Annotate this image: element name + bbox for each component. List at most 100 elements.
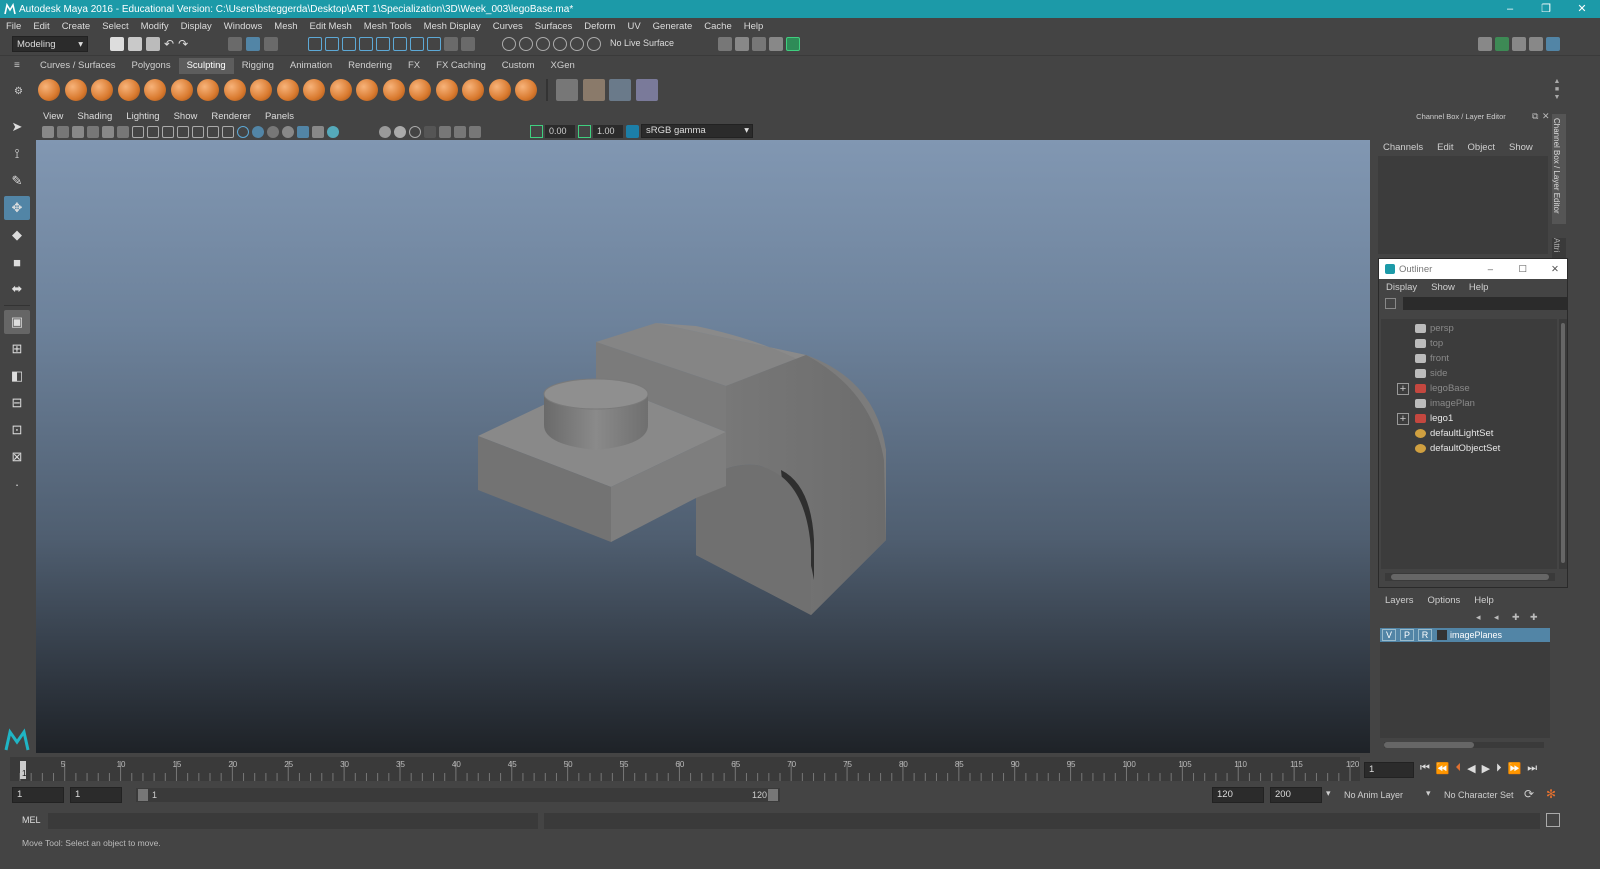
maya-home-icon[interactable] (4, 728, 30, 752)
move-layer-up-icon[interactable]: ◂ (1476, 612, 1490, 622)
menu-mesh[interactable]: Mesh (268, 21, 303, 32)
redo-icon[interactable]: ↷ (178, 37, 188, 51)
new-layer-selected-icon[interactable]: ✚ (1530, 612, 1544, 622)
current-frame-field[interactable]: 1 (1364, 762, 1414, 778)
hypershade-layout-icon[interactable]: ⊡ (4, 418, 30, 442)
tab-curves-surfaces[interactable]: Curves / Surfaces (32, 58, 124, 74)
camera-icon[interactable] (57, 126, 69, 138)
outliner-menu-display[interactable]: Display (1379, 282, 1424, 293)
float-icon[interactable]: ⧉ (1532, 111, 1538, 122)
layer-hscrollbar[interactable] (1384, 742, 1544, 748)
channel-box-area[interactable] (1378, 156, 1548, 254)
xray-active-icon[interactable] (469, 126, 481, 138)
channel-box-menu-edit[interactable]: Edit (1430, 142, 1460, 153)
scene-end-field[interactable]: 200 (1270, 787, 1322, 803)
isolate-select-icon[interactable] (439, 126, 451, 138)
outliner-close-button[interactable]: ✕ (1551, 264, 1559, 275)
smooth-shade-icon[interactable] (252, 126, 264, 138)
lasso-icon[interactable] (502, 37, 516, 51)
lasso-tool-icon[interactable]: ⟟ (4, 142, 30, 166)
wax-tool-icon[interactable] (303, 79, 325, 101)
new-scene-icon[interactable] (110, 37, 124, 51)
outliner-menu-help[interactable]: Help (1462, 282, 1496, 293)
snap-plane-icon[interactable] (410, 37, 424, 51)
camera-attr-icon[interactable] (42, 126, 54, 138)
exposure-field[interactable]: 0.00 (545, 125, 575, 138)
go-to-start-icon[interactable]: ⏮ (1420, 762, 1430, 775)
playback-end-field[interactable]: 120 (1212, 787, 1264, 803)
scrape-tool-icon[interactable] (329, 79, 352, 101)
viewport-menu-shading[interactable]: Shading (70, 110, 119, 124)
save-scene-icon[interactable] (146, 37, 160, 51)
undo-icon[interactable]: ↶ (164, 37, 174, 51)
sculpt-tool-icon[interactable] (38, 79, 60, 101)
rotate-tool-icon[interactable]: ◆ (4, 223, 30, 247)
outliner-item[interactable]: side (1381, 366, 1557, 381)
tab-rendering[interactable]: Rendering (340, 58, 400, 74)
sculpt-mask-icon[interactable] (515, 79, 537, 101)
lasso-2-icon[interactable] (519, 37, 533, 51)
pinch-tool-icon[interactable] (144, 79, 166, 101)
open-scene-icon[interactable] (128, 37, 142, 51)
range-slider[interactable]: 1 120 (136, 788, 780, 802)
outliner-vscrollbar[interactable] (1559, 319, 1567, 569)
minimize-button[interactable]: – (1492, 0, 1528, 18)
repeat-tool-icon[interactable] (250, 79, 272, 101)
channel-box-menu-show[interactable]: Show (1502, 142, 1540, 153)
snap-surface-icon[interactable] (359, 37, 373, 51)
lasso-5-icon[interactable] (570, 37, 584, 51)
viewport-menu-panels[interactable]: Panels (258, 110, 301, 124)
channel-box-menu-object[interactable]: Object (1461, 142, 1502, 153)
gate-mask-icon[interactable] (177, 126, 189, 138)
lasso-6-icon[interactable] (587, 37, 601, 51)
render-frame-icon[interactable] (735, 37, 749, 51)
script-language-label[interactable]: MEL (22, 815, 41, 825)
outliner-item[interactable]: top (1381, 336, 1557, 351)
grid-icon[interactable] (132, 126, 144, 138)
grab-tool-icon[interactable] (117, 79, 140, 101)
smear-tool-icon[interactable] (409, 79, 431, 101)
viewport-menu-lighting[interactable]: Lighting (119, 110, 166, 124)
tab-animation[interactable]: Animation (282, 58, 340, 74)
menu-select[interactable]: Select (96, 21, 134, 32)
resolution-gate-icon[interactable] (162, 126, 174, 138)
step-forward-key-icon[interactable]: ⏩ (1508, 762, 1522, 775)
tab-fx[interactable]: FX (400, 58, 428, 74)
attribute-editor-icon[interactable] (1495, 37, 1509, 51)
safe-action-icon[interactable] (207, 126, 219, 138)
script-editor-icon[interactable] (1546, 813, 1560, 827)
anti-alias-icon[interactable] (409, 126, 421, 138)
last-tool-icon[interactable]: ⬌ (4, 277, 30, 301)
grease-pencil-icon[interactable] (117, 126, 129, 138)
layer-menu-help[interactable]: Help (1467, 595, 1501, 606)
command-input[interactable] (48, 813, 538, 829)
fill-tool-icon[interactable] (356, 79, 378, 101)
menu-curves[interactable]: Curves (487, 21, 529, 32)
attribute-editor-side-tab[interactable]: Attri (1552, 238, 1566, 258)
smooth-tool-icon[interactable] (64, 79, 87, 101)
shadows-icon[interactable] (327, 126, 339, 138)
menu-modify[interactable]: Modify (135, 21, 175, 32)
ipr-render-icon[interactable] (752, 37, 766, 51)
outliner-menu-show[interactable]: Show (1424, 282, 1462, 293)
layout-options-icon[interactable]: · (4, 472, 30, 496)
time-slider[interactable]: 5 10 15 20 25 30 35 40 45 50 55 60 65 70 75 80 85 90 95 100… (10, 757, 1360, 781)
view-transform-dropdown[interactable]: sRGB gamma ▾ (641, 124, 753, 138)
menu-cache[interactable]: Cache (698, 21, 737, 32)
scene-start-field[interactable]: 1 (12, 787, 64, 803)
range-slider-end-handle[interactable] (768, 789, 778, 801)
motion-blur-icon[interactable] (394, 126, 406, 138)
layer-color-swatch[interactable] (1437, 630, 1447, 640)
shelf-gear-icon[interactable]: ⚙ (14, 86, 26, 98)
exposure-icon[interactable] (530, 125, 543, 138)
layer-visibility-toggle[interactable]: V (1382, 629, 1396, 641)
lights-icon[interactable] (312, 126, 324, 138)
close-channel-box-icon[interactable]: ✕ (1542, 111, 1550, 122)
expand-icon[interactable]: + (1397, 412, 1409, 425)
bulge-tool-icon[interactable] (435, 79, 458, 101)
menu-windows[interactable]: Windows (218, 21, 269, 32)
select-component-icon[interactable] (264, 37, 278, 51)
layer-editor-icon[interactable] (1546, 37, 1560, 51)
animation-prefs-icon[interactable]: ✻ (1546, 787, 1556, 801)
menu-edit[interactable]: Edit (27, 21, 55, 32)
